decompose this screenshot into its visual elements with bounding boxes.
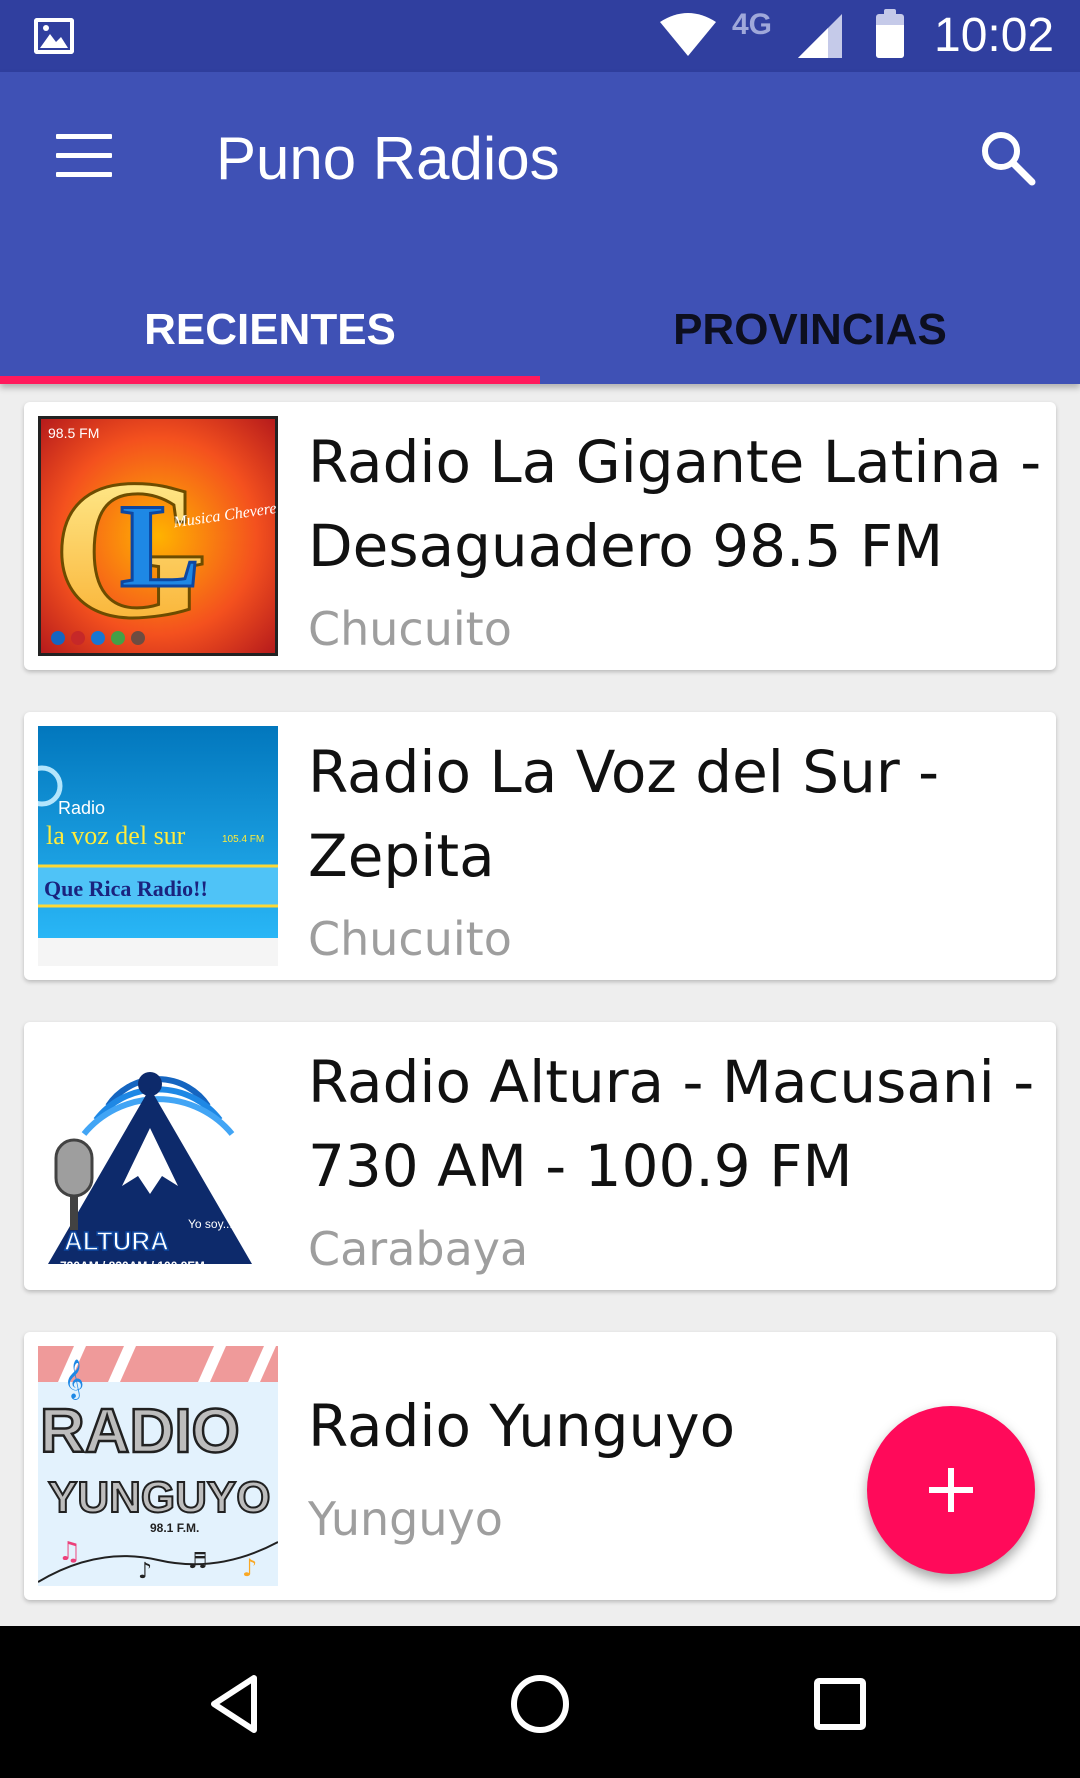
battery-level-fill — [876, 25, 904, 58]
battery-icon — [876, 9, 904, 58]
gallery-icon — [34, 18, 74, 54]
tab-bar: RECIENTES PROVINCIAS — [0, 276, 1080, 384]
status-bar: 4G 10:02 — [0, 0, 1080, 72]
radio-logo-yunguyo: 𝄞 RADIO YUNGUYO 98.1 F.M. ♫ ♪ ♬ ♪ — [38, 1346, 278, 1586]
app-title: Puno Radios — [216, 125, 560, 192]
radio-logo-gigante-latina: 98.5 FM G L Musica Chevere! — [38, 416, 278, 656]
system-nav-bar — [0, 1626, 1080, 1778]
radio-logo-voz-del-sur: Radio la voz del sur 105.4 FM Que Rica R… — [38, 726, 278, 966]
back-icon[interactable] — [200, 1668, 272, 1740]
signal-icon — [798, 14, 842, 58]
tab-recientes[interactable]: RECIENTES — [0, 276, 540, 384]
svg-text:♫: ♫ — [58, 1537, 81, 1567]
radio-province: Carabaya — [308, 1222, 529, 1276]
logo-text: Yo soy... — [188, 1217, 233, 1231]
tab-indicator — [0, 376, 540, 384]
network-type: 4G — [732, 8, 773, 41]
radio-province: Chucuito — [308, 912, 512, 966]
radio-card[interactable]: Yo soy... ALTURA 730AM / 830AM / 100.9FM… — [24, 1022, 1056, 1290]
radio-card[interactable]: Radio la voz del sur 105.4 FM Que Rica R… — [24, 712, 1056, 980]
tab-provincias[interactable]: PROVINCIAS — [540, 276, 1080, 384]
logo-text: L — [120, 479, 200, 612]
wifi-icon — [660, 13, 716, 56]
tab-provincias-label: PROVINCIAS — [673, 305, 947, 354]
logo-text: ALTURA — [64, 1226, 169, 1256]
svg-text:♪: ♪ — [242, 1554, 257, 1582]
logo-text: 98.1 F.M. — [150, 1521, 199, 1535]
svg-text:♪: ♪ — [138, 1559, 152, 1584]
radio-name: Radio La Gigante Latina - Desaguadero 98… — [308, 428, 1042, 580]
app-bar: Puno Radios RECIENTES PROVINCIAS — [0, 72, 1080, 384]
add-radio-button[interactable] — [867, 1406, 1035, 1574]
status-clock: 10:02 — [934, 9, 1055, 62]
logo-text: 105.4 FM — [222, 834, 264, 845]
plus-icon — [929, 1468, 973, 1512]
logo-text: Que Rica Radio!! — [44, 876, 208, 901]
search-icon[interactable] — [978, 128, 1038, 188]
radio-province: Chucuito — [308, 602, 512, 656]
logo-text: RADIO — [40, 1397, 240, 1466]
logo-text: YUNGUYO — [48, 1473, 270, 1522]
logo-text: la voz del sur — [46, 821, 186, 850]
recents-icon[interactable] — [804, 1668, 876, 1740]
logo-text: Radio — [58, 798, 105, 818]
radio-province: Yunguyo — [308, 1492, 503, 1546]
tab-recientes-label: RECIENTES — [144, 305, 396, 354]
svg-text:♬: ♬ — [188, 1549, 208, 1574]
hamburger-menu-icon[interactable] — [56, 134, 112, 178]
svg-text:𝄞: 𝄞 — [64, 1359, 84, 1400]
home-icon[interactable] — [504, 1668, 576, 1740]
radio-card[interactable]: 98.5 FM G L Musica Chevere! Radio La Gig… — [24, 402, 1056, 670]
logo-text: 730AM / 830AM / 100.9FM — [60, 1259, 205, 1273]
radio-name: Radio La Voz del Sur - Zepita — [308, 738, 940, 890]
radio-logo-altura: Yo soy... ALTURA 730AM / 830AM / 100.9FM — [38, 1036, 278, 1276]
radio-name: Radio Altura - Macusani - 730 AM - 100.9… — [308, 1048, 1035, 1200]
